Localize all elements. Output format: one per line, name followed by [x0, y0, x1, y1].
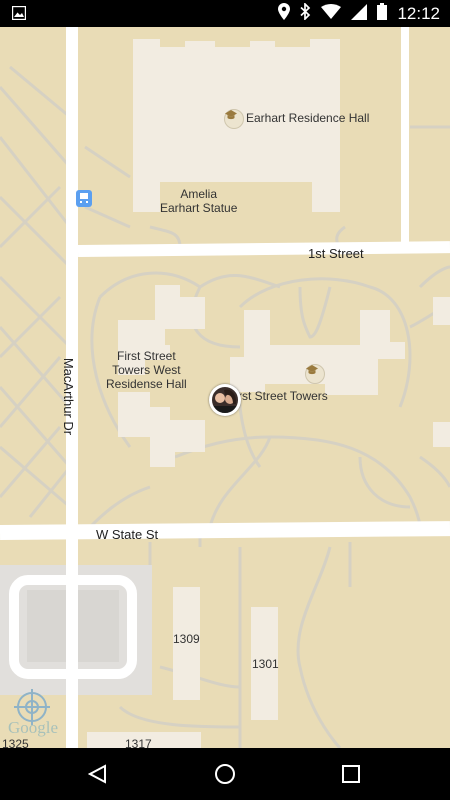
recents-icon	[342, 765, 360, 783]
clock: 12:12	[397, 4, 440, 23]
signal-icon	[351, 3, 368, 25]
school-icon[interactable]	[305, 364, 325, 384]
bluetooth-icon	[300, 1, 311, 25]
image-notification-icon	[11, 5, 27, 25]
status-bar: 12:12	[0, 0, 450, 27]
school-icon[interactable]	[224, 109, 244, 129]
navigation-bar	[0, 748, 450, 800]
place-label-first-street-towers[interactable]: First Street Towers	[228, 389, 328, 403]
place-label-amelia-earhart-statue[interactable]: Amelia Earhart Statue	[160, 187, 237, 215]
user-location-avatar[interactable]	[209, 384, 241, 416]
building-number: 1301	[252, 657, 279, 671]
wifi-icon	[321, 3, 342, 25]
back-button[interactable]	[78, 756, 118, 792]
street-label-macarthur-dr: MacArthur Dr	[61, 357, 77, 436]
street-label-1st-street: 1st Street	[308, 246, 364, 261]
street-label-w-state-st: W State St	[96, 527, 159, 542]
building-number: 1325	[2, 737, 29, 748]
building-number: 1309	[173, 632, 200, 646]
location-icon	[278, 3, 291, 25]
bus-stop-icon	[76, 190, 92, 207]
map-view[interactable]: Earhart Residence Hall Amelia Earhart St…	[0, 27, 450, 748]
recents-button[interactable]	[331, 756, 371, 792]
home-icon	[215, 764, 235, 784]
battery-icon	[377, 3, 388, 25]
home-button[interactable]	[205, 756, 245, 792]
place-label-earhart[interactable]: Earhart Residence Hall	[246, 111, 369, 125]
back-icon	[88, 764, 106, 784]
google-logo: Google	[8, 718, 59, 737]
building-number: 1317	[125, 737, 152, 748]
place-label-first-street-towers-west[interactable]: First Street Towers West Residense Hall	[106, 349, 187, 391]
